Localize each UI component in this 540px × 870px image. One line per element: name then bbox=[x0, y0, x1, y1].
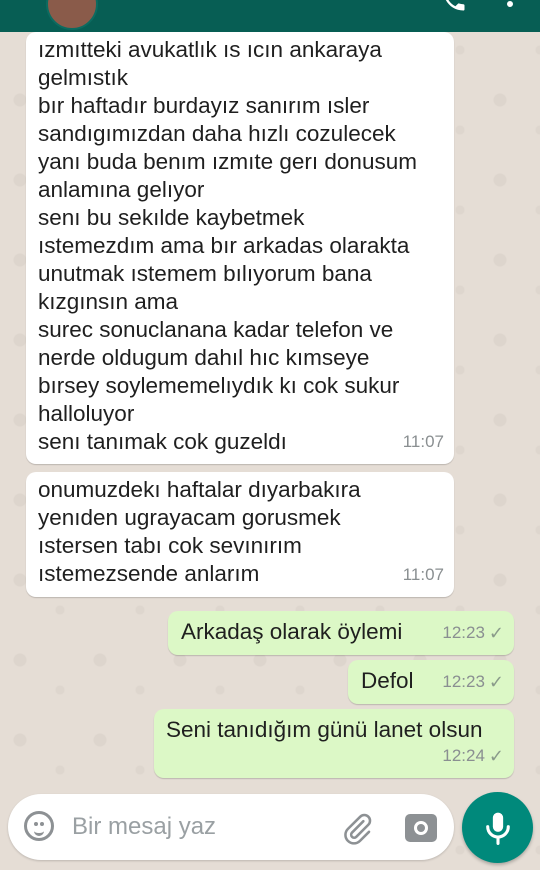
call-icon[interactable] bbox=[440, 0, 468, 14]
message-bubble-outgoing[interactable]: Defol 12:23 ✓ bbox=[348, 660, 514, 704]
paperclip-icon[interactable] bbox=[340, 812, 374, 846]
emoji-mouth bbox=[34, 827, 44, 836]
camera-icon[interactable] bbox=[405, 814, 437, 842]
emoji-icon[interactable] bbox=[24, 811, 54, 841]
message-meta: 11:07 bbox=[403, 561, 444, 589]
message-meta: 12:24 ✓ bbox=[442, 742, 504, 770]
message-bubble-incoming[interactable]: ızmıtteki avukatlık ıs ıcın ankaraya gel… bbox=[26, 32, 454, 464]
chat-header bbox=[0, 0, 540, 32]
contact-avatar[interactable] bbox=[46, 0, 98, 30]
microphone-icon bbox=[486, 812, 510, 845]
mic-button[interactable] bbox=[462, 792, 533, 863]
message-time: 11:07 bbox=[402, 432, 444, 451]
message-text: ızmıtteki avukatlık ıs ıcın ankaraya gel… bbox=[38, 37, 417, 454]
message-text: Seni tanıdığım günü lanet olsun bbox=[166, 717, 483, 742]
message-time: 12:23 bbox=[442, 672, 485, 691]
camera-lens bbox=[414, 821, 428, 835]
message-bubble-outgoing[interactable]: Seni tanıdığım günü lanet olsun 12:24 ✓ bbox=[154, 709, 514, 778]
message-time: 11:07 bbox=[402, 565, 444, 584]
message-meta: 12:23 ✓ bbox=[442, 619, 504, 647]
read-check-icon: ✓ bbox=[488, 746, 504, 766]
more-options-icon[interactable] bbox=[500, 0, 528, 14]
message-meta: 11:07 bbox=[403, 428, 444, 456]
message-composer[interactable]: Bir mesaj yaz bbox=[8, 794, 454, 860]
message-time: 12:24 bbox=[442, 746, 485, 765]
message-text: onumuzdekı haftalar dıyarbakıra yenıden … bbox=[38, 477, 361, 586]
message-bubble-incoming[interactable]: onumuzdekı haftalar dıyarbakıra yenıden … bbox=[26, 472, 454, 597]
read-check-icon: ✓ bbox=[488, 672, 504, 692]
message-input[interactable]: Bir mesaj yaz bbox=[72, 813, 216, 841]
message-time: 12:23 bbox=[442, 623, 485, 642]
read-check-icon: ✓ bbox=[488, 623, 504, 643]
message-bubble-outgoing[interactable]: Arkadaş olarak öylemi 12:23 ✓ bbox=[168, 611, 514, 655]
message-meta: 12:23 ✓ bbox=[442, 668, 504, 696]
